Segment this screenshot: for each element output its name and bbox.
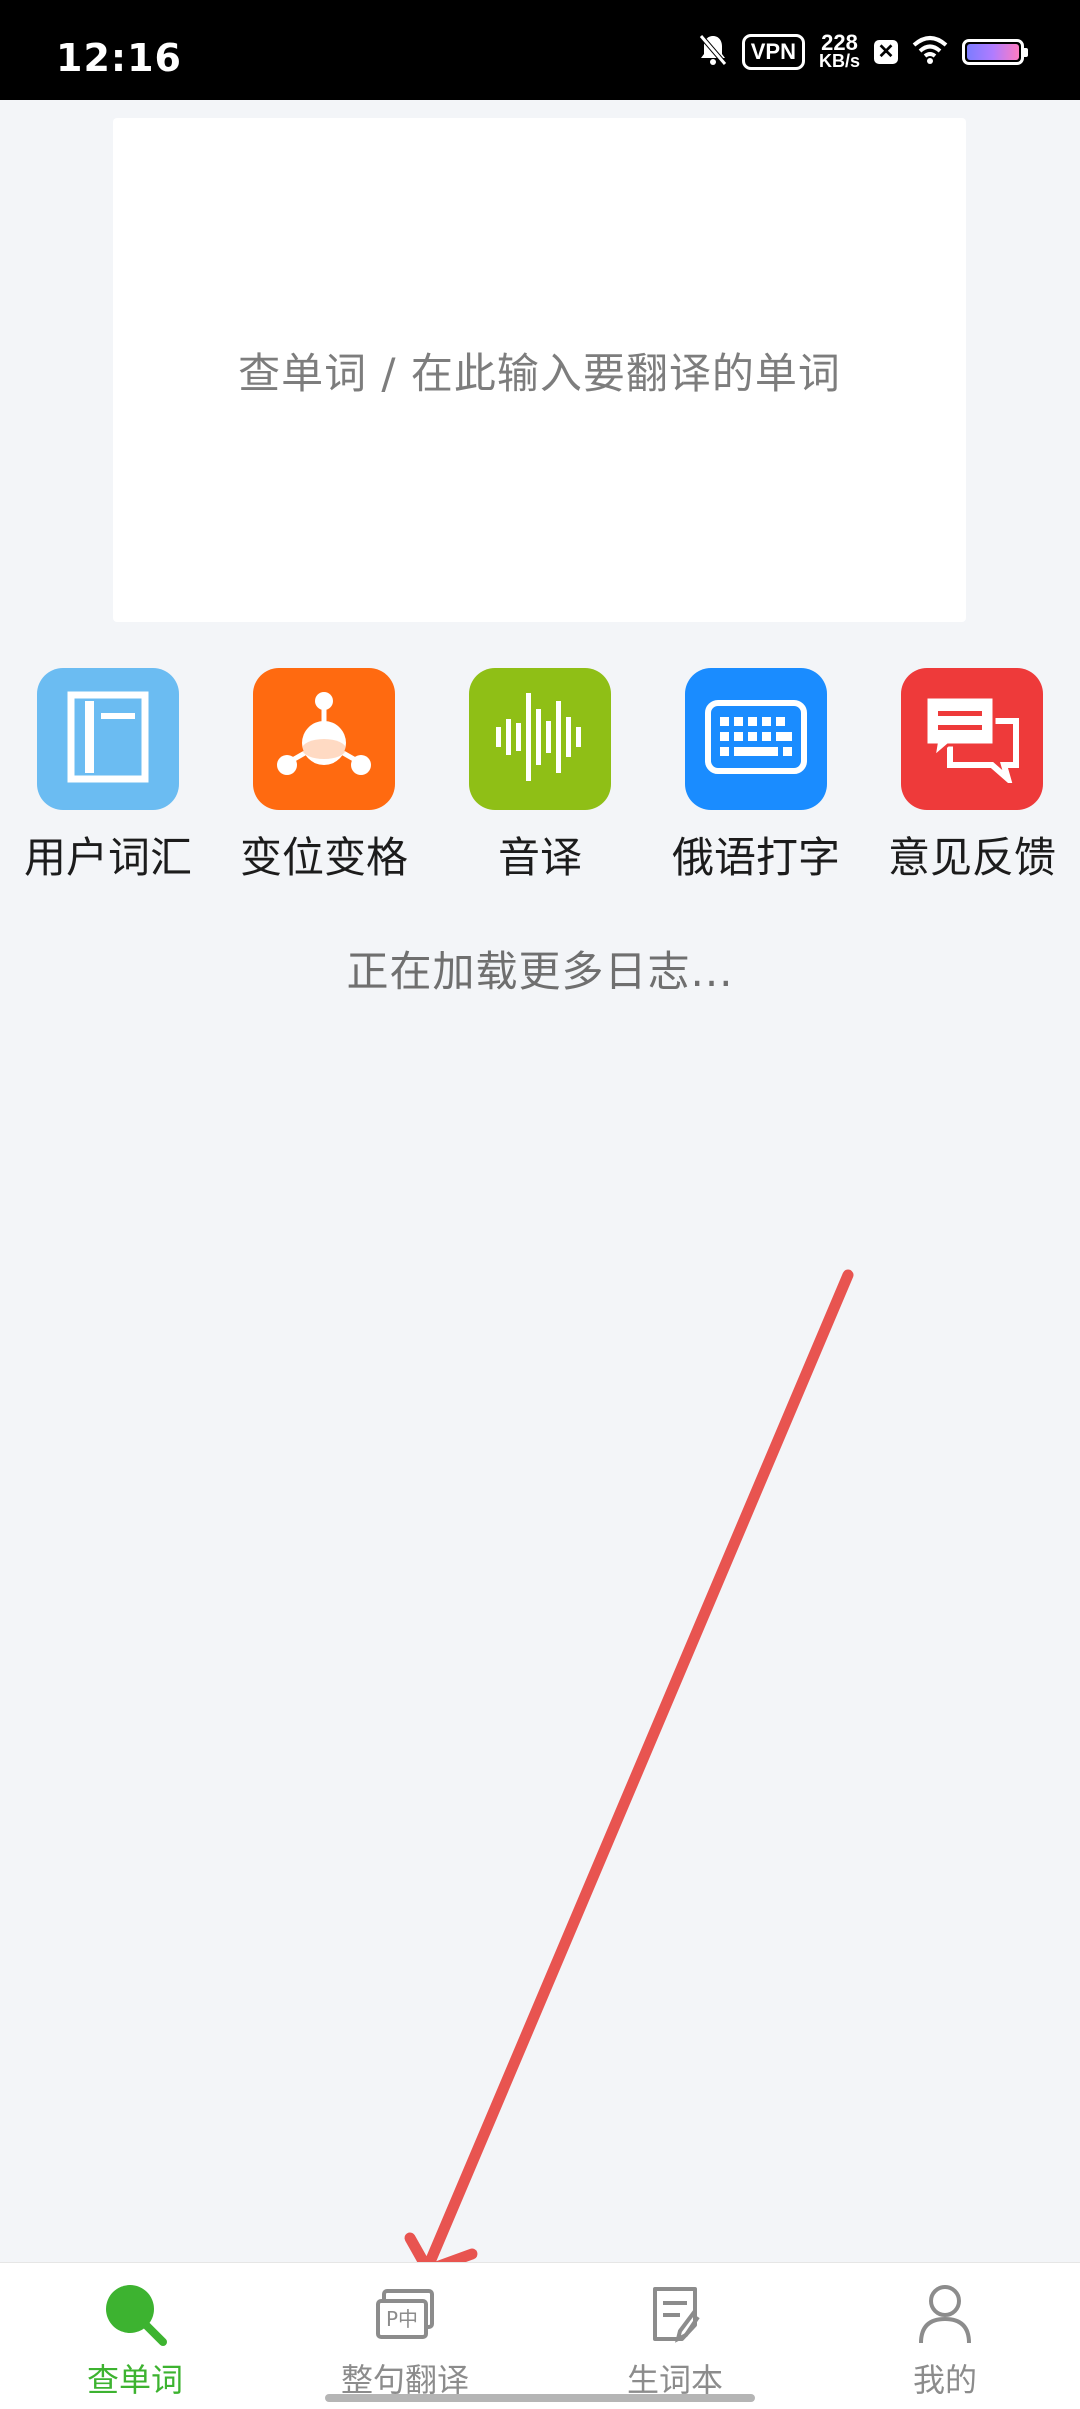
- feature-tile: [253, 668, 395, 810]
- wifi-icon: [912, 35, 948, 69]
- feature-grid: 用户词汇 变位变格 音译 俄语打字 意见反馈: [0, 668, 1080, 888]
- profile-icon: [910, 2279, 980, 2349]
- feature-label: 用户词汇: [23, 833, 192, 882]
- notebook-icon: [65, 691, 151, 787]
- feature-label: 音译: [497, 833, 582, 882]
- search-input[interactable]: 查单词 / 在此输入要翻译的单词: [113, 118, 966, 622]
- speed-unit: KB/s: [818, 51, 860, 71]
- tab-vocabulary-book[interactable]: 生词本: [540, 2279, 810, 2401]
- tab-profile[interactable]: 我的: [810, 2279, 1080, 2401]
- feature-label: 俄语打字: [671, 833, 840, 882]
- feature-user-vocabulary[interactable]: 用户词汇: [0, 668, 216, 885]
- battery-icon: [962, 39, 1028, 65]
- feature-tile: [901, 668, 1043, 810]
- keyboard-icon: [704, 699, 808, 779]
- chat-bubbles-icon: [920, 691, 1024, 788]
- sound-wave-icon: [490, 687, 590, 791]
- speed-value: 228: [821, 30, 858, 55]
- molecule-icon: [269, 687, 379, 791]
- svg-text:P中: P中: [386, 2307, 418, 2331]
- vocabulary-book-icon: [640, 2279, 710, 2349]
- x-app-icon: ✕: [874, 40, 898, 64]
- search-icon: [100, 2279, 170, 2349]
- tab-lookup-word[interactable]: 查单词: [0, 2279, 270, 2401]
- vpn-icon: VPN: [741, 34, 805, 70]
- feature-russian-typing[interactable]: 俄语打字: [648, 668, 864, 885]
- feature-conjugation[interactable]: 变位变格: [216, 668, 432, 885]
- search-placeholder: 查单词 / 在此输入要翻译的单词: [238, 348, 841, 398]
- status-bar: 12:16 VPN 228 KB/s ✕: [0, 0, 1080, 100]
- sentence-translate-icon: P中: [370, 2279, 440, 2349]
- feature-tile: [685, 668, 827, 810]
- mute-bell-icon: [698, 33, 728, 71]
- feature-tile: [469, 668, 611, 810]
- home-indicator[interactable]: [325, 2394, 755, 2402]
- network-speed: 228 KB/s: [818, 30, 860, 71]
- feature-feedback[interactable]: 意见反馈: [864, 668, 1080, 885]
- bottom-navigation: 查单词 P中 整句翻译 生词本 我的: [0, 2262, 1080, 2409]
- feature-label: 意见反馈: [887, 833, 1056, 882]
- tab-sentence-translate[interactable]: P中 整句翻译: [270, 2279, 540, 2401]
- tab-label: 我的: [912, 2361, 977, 2399]
- loading-more-text: 正在加载更多日志...: [346, 947, 734, 996]
- feature-tile: [37, 668, 179, 810]
- feature-transliteration[interactable]: 音译: [432, 668, 648, 885]
- tab-label: 查单词: [86, 2361, 183, 2399]
- status-icons: VPN 228 KB/s ✕: [698, 30, 1028, 74]
- feature-label: 变位变格: [239, 833, 408, 882]
- status-time: 12:16: [56, 36, 182, 80]
